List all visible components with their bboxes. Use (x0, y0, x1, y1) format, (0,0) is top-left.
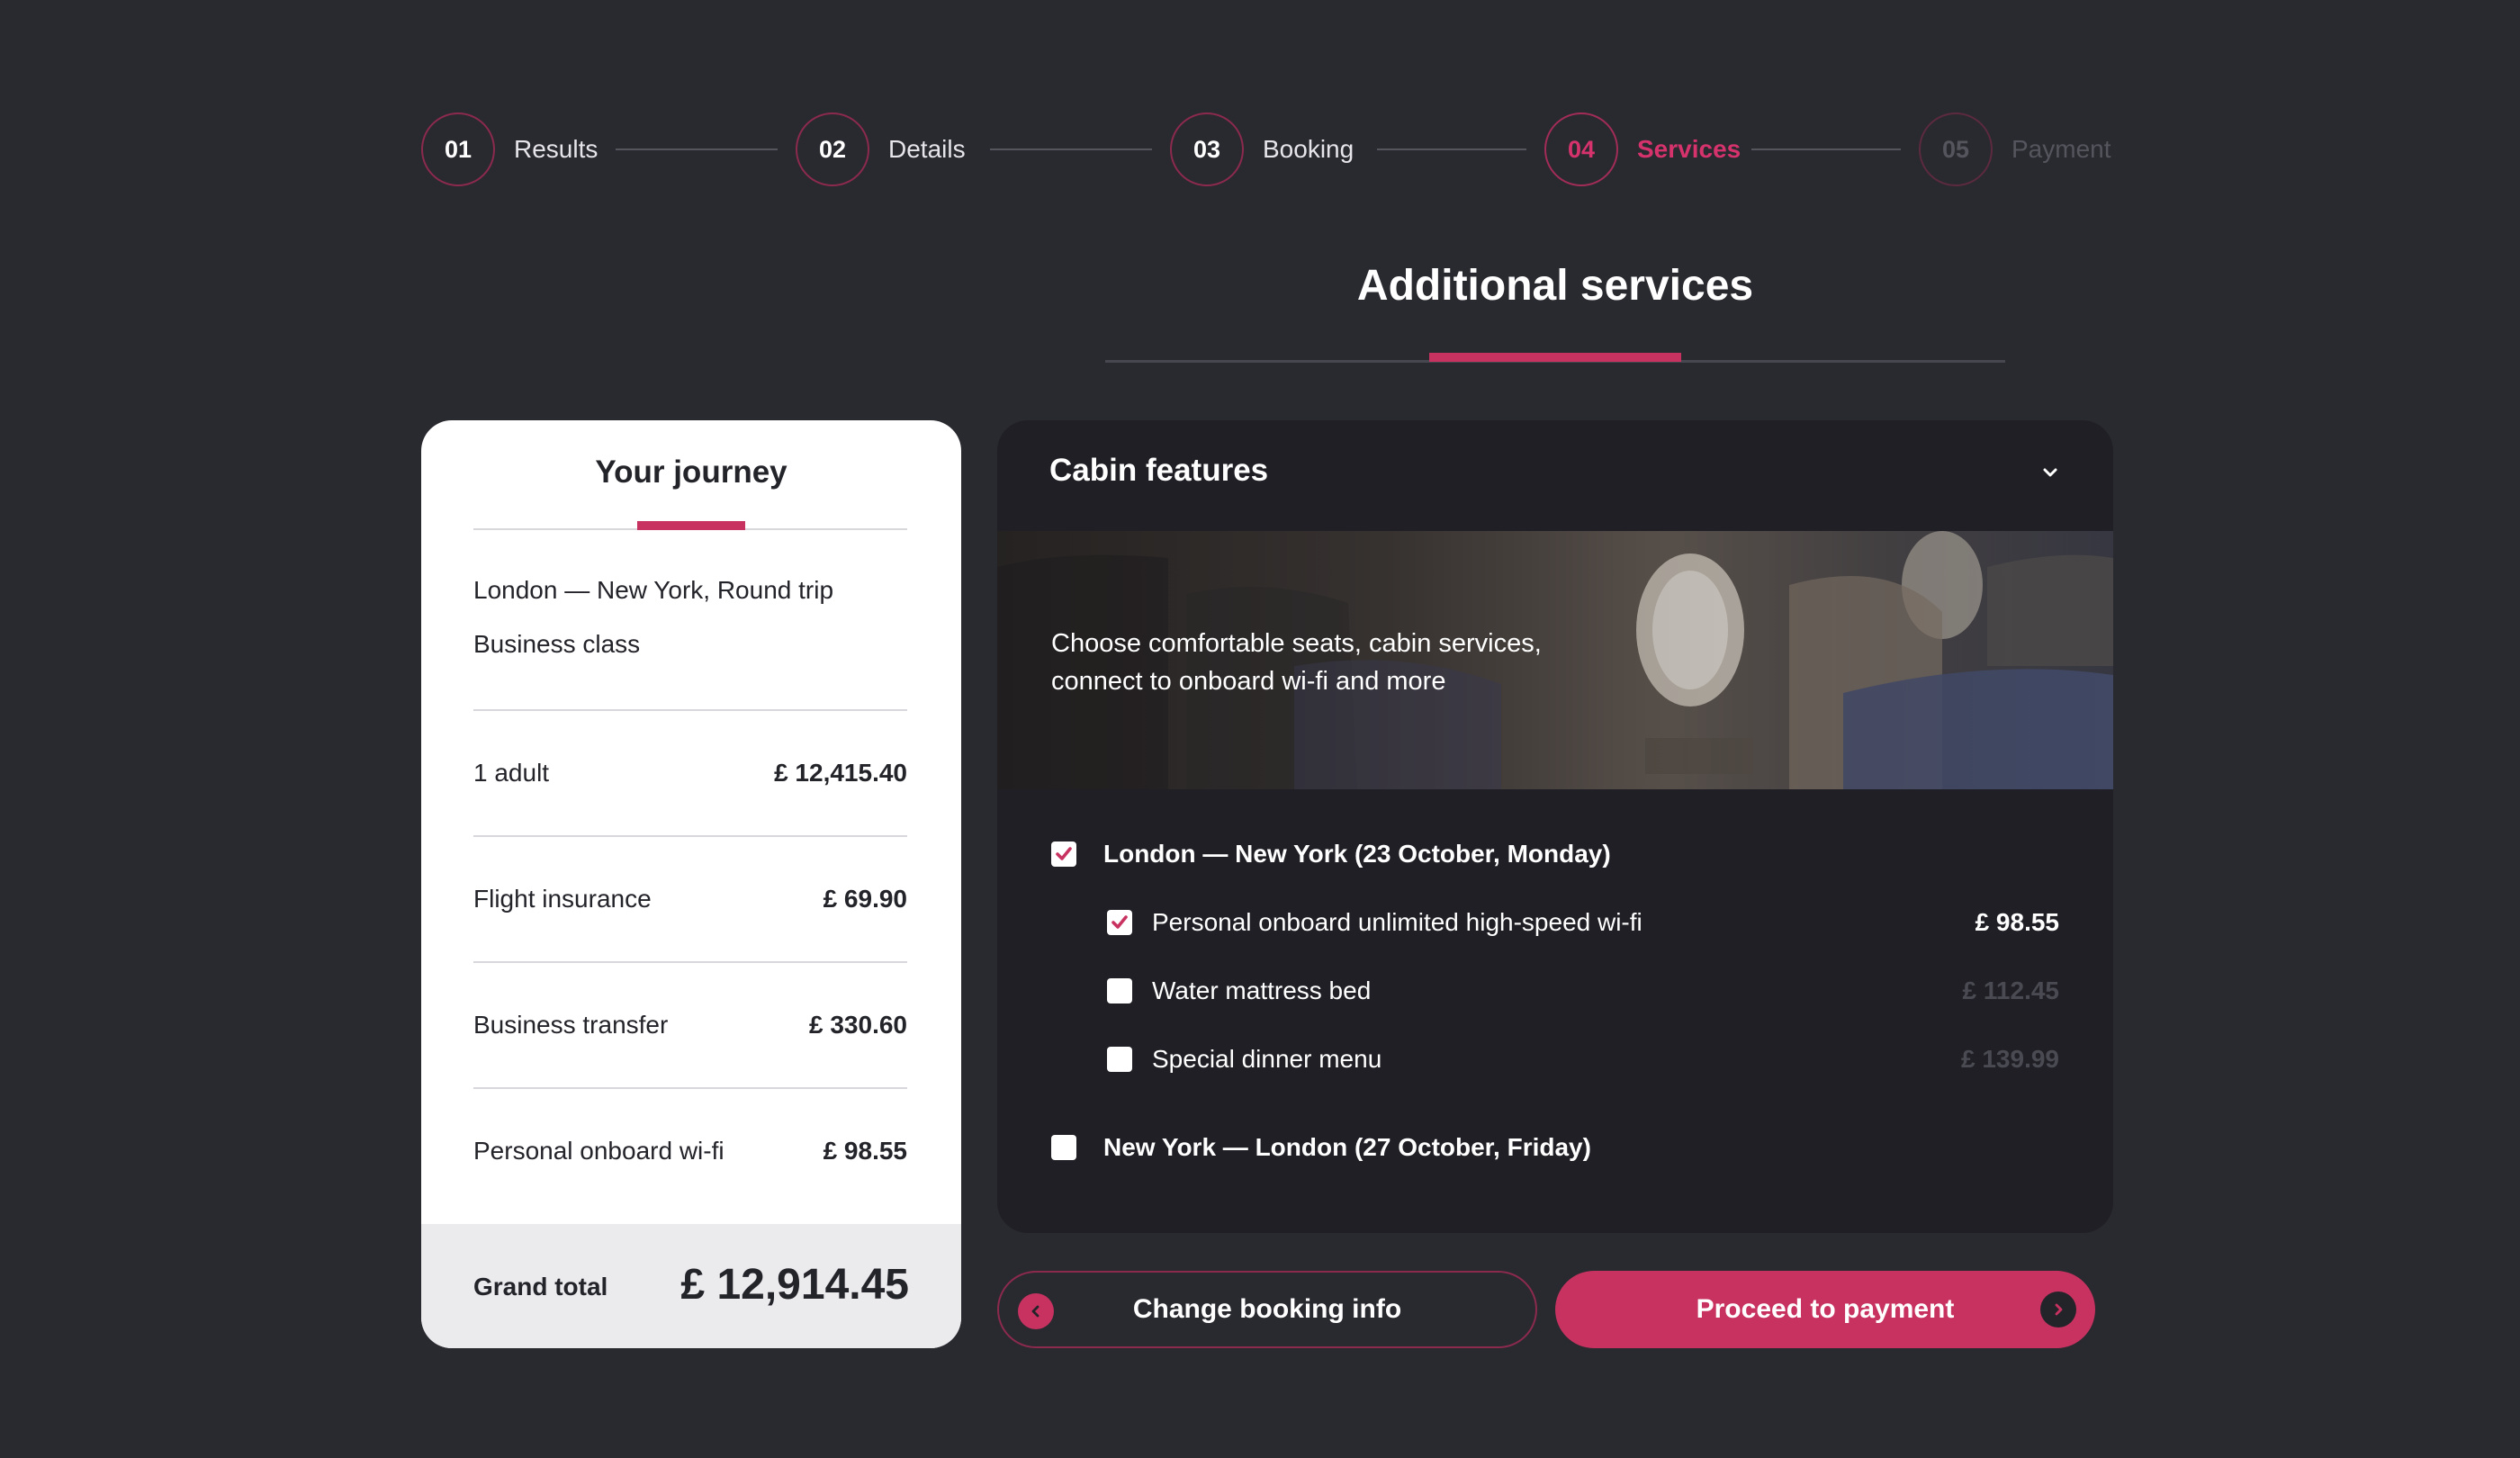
divider (473, 1087, 907, 1089)
item-label: Personal onboard wi-fi (473, 1137, 724, 1165)
item-label: Business transfer (473, 1011, 669, 1039)
step-label: Details (888, 135, 966, 163)
item-price: £ 330.60 (809, 1011, 907, 1039)
step-connector (1751, 148, 1901, 150)
item-price: £ 12,415.40 (774, 759, 907, 787)
step-number: 05 (1919, 112, 1993, 186)
step-label: Booking (1263, 135, 1354, 163)
title-accent-bar (1429, 353, 1681, 362)
chevron-down-icon[interactable] (2039, 462, 2061, 483)
journey-summary-card: Your journey London — New York, Round tr… (421, 420, 961, 1348)
step-label: Payment (2012, 135, 2111, 163)
checkbox-checked[interactable] (1051, 842, 1076, 867)
service-price: £ 98.55 (1975, 908, 2059, 936)
cabin-features-panel: Cabin features Choose comfortable seats,… (997, 420, 2113, 1233)
step-connector (990, 148, 1152, 150)
grand-total-value: £ 12,914.45 (680, 1261, 909, 1309)
flight-label: London — New York (23 October, Monday) (1103, 840, 1611, 868)
service-label: Water mattress bed (1152, 976, 1372, 1004)
item-label: Flight insurance (473, 885, 652, 913)
flight-option-return[interactable]: New York — London (27 October, Friday) (1051, 1130, 1591, 1166)
step-connector (1377, 148, 1526, 150)
service-option-water-bed[interactable]: Water mattress bed (1107, 973, 1371, 1009)
flight-option-outbound[interactable]: London — New York (23 October, Monday) (1051, 836, 1611, 872)
service-option-wifi[interactable]: Personal onboard unlimited high-speed wi… (1107, 904, 1642, 940)
chevron-left-icon (1018, 1293, 1054, 1329)
divider (473, 961, 907, 963)
journey-class: Business class (473, 630, 641, 658)
grand-total-label: Grand total (473, 1273, 608, 1300)
checkmark-icon (1056, 847, 1072, 860)
service-price: £ 139.99 (1961, 1045, 2059, 1073)
divider (473, 709, 907, 711)
journey-item: Personal onboard wi-fi £ 98.55 (473, 1133, 907, 1169)
change-booking-button[interactable]: Change booking info (997, 1271, 1537, 1348)
step-payment[interactable]: 05 Payment (1919, 110, 2111, 189)
divider (473, 835, 907, 837)
service-option-dinner-menu[interactable]: Special dinner menu (1107, 1041, 1382, 1077)
step-label: Results (514, 135, 598, 163)
step-details[interactable]: 02 Details (796, 110, 966, 189)
item-price: £ 69.90 (823, 885, 907, 913)
step-number: 03 (1170, 112, 1244, 186)
checkbox-unchecked[interactable] (1107, 1047, 1132, 1072)
page-title: Additional services (1356, 262, 1754, 310)
step-connector (616, 148, 778, 150)
journey-accent-bar (637, 521, 745, 530)
journey-title: Your journey (595, 454, 788, 490)
service-price: £ 112.45 (1962, 976, 2059, 1004)
journey-item: 1 adult £ 12,415.40 (473, 755, 907, 791)
step-number: 01 (421, 112, 495, 186)
service-label: Personal onboard unlimited high-speed wi… (1152, 908, 1642, 936)
step-number: 02 (796, 112, 869, 186)
item-price: £ 98.55 (823, 1137, 907, 1165)
step-services[interactable]: 04 Services (1544, 110, 1741, 189)
journey-route: London — New York, Round trip (473, 576, 834, 604)
progress-stepper: 01 Results 02 Details 03 Booking 04 Serv… (421, 110, 2118, 189)
proceed-label: Proceed to payment (1696, 1294, 1955, 1324)
cabin-features-title[interactable]: Cabin features (1049, 453, 1268, 489)
change-booking-label: Change booking info (1132, 1294, 1402, 1324)
journey-item: Business transfer £ 330.60 (473, 1007, 907, 1043)
checkbox-unchecked[interactable] (1107, 978, 1132, 1004)
flight-label: New York — London (27 October, Friday) (1103, 1133, 1591, 1161)
hero-description: Choose comfortable seats, cabin services… (1051, 629, 1542, 696)
item-label: 1 adult (473, 759, 550, 787)
journey-item: Flight insurance £ 69.90 (473, 881, 907, 917)
step-number: 04 (1544, 112, 1618, 186)
step-booking[interactable]: 03 Booking (1170, 110, 1354, 189)
step-results[interactable]: 01 Results (421, 110, 598, 189)
cabin-hero-image: Choose comfortable seats, cabin services… (997, 531, 2113, 789)
service-label: Special dinner menu (1152, 1045, 1382, 1073)
grand-total-section: Grand total £ 12,914.45 (421, 1224, 961, 1348)
chevron-right-icon (2040, 1292, 2076, 1328)
step-label: Services (1637, 135, 1742, 163)
checkbox-checked[interactable] (1107, 910, 1132, 935)
proceed-to-payment-button[interactable]: Proceed to payment (1555, 1271, 2095, 1348)
checkbox-unchecked[interactable] (1051, 1135, 1076, 1160)
checkmark-icon (1112, 915, 1128, 929)
